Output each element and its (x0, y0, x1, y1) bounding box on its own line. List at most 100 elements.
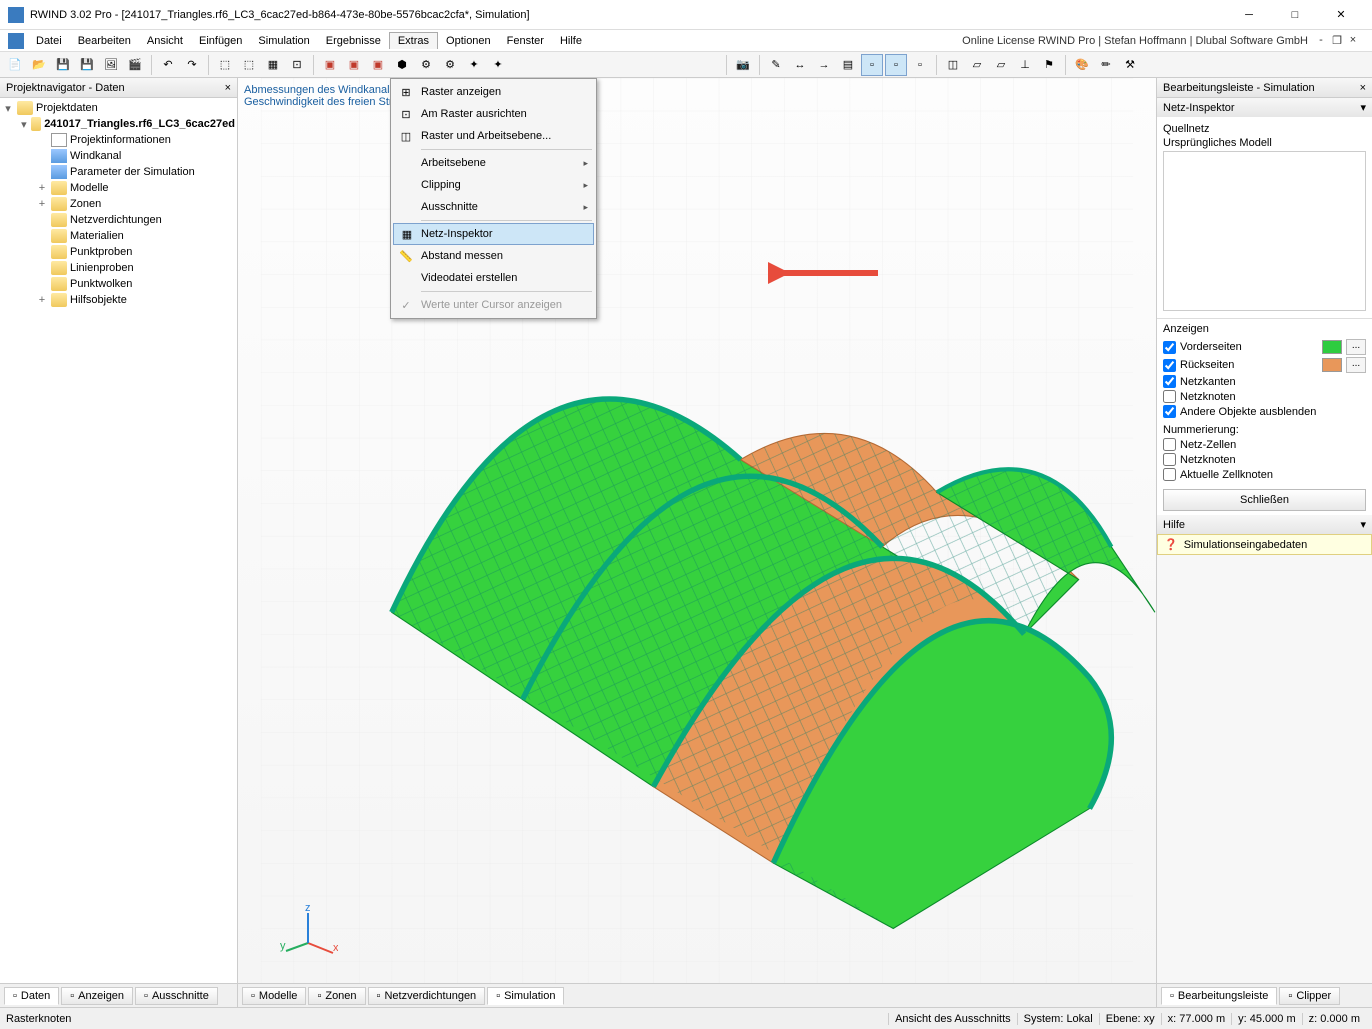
menu-item-netz-inspektor[interactable]: ▦Netz-Inspektor (393, 223, 594, 245)
nodes-checkbox[interactable] (1163, 390, 1176, 403)
maximize-button[interactable]: □ (1272, 0, 1318, 30)
box-icon[interactable]: ▣ (367, 54, 389, 76)
config-icon[interactable]: ⚒ (1119, 54, 1141, 76)
redo-icon[interactable]: ↷ (181, 54, 203, 76)
tab-simulation[interactable]: ▫Simulation (487, 987, 564, 1005)
tab-bearbeitungsleiste[interactable]: ▫Bearbeitungsleiste (1161, 987, 1277, 1005)
color-icon[interactable]: 🎨 (1071, 54, 1093, 76)
cellnodes-checkbox[interactable] (1163, 468, 1176, 481)
menu-datei[interactable]: Datei (28, 33, 70, 49)
tab-zonen[interactable]: ▫Zonen (308, 987, 365, 1005)
menu-optionen[interactable]: Optionen (438, 33, 499, 49)
tab-ausschnitte[interactable]: ▫Ausschnitte (135, 987, 218, 1005)
menu-extras[interactable]: Extras (389, 32, 438, 49)
tree-item[interactable]: Projektinformationen (2, 132, 235, 148)
menu-ansicht[interactable]: Ansicht (139, 33, 191, 49)
settings-icon[interactable]: ✦ (463, 54, 485, 76)
menu-item-clipping[interactable]: Clipping (393, 174, 594, 196)
help-heading[interactable]: Hilfe▾ (1157, 515, 1372, 534)
settings-icon[interactable]: ✦ (487, 54, 509, 76)
axis-gizmo[interactable]: x y z (278, 903, 338, 963)
back-color-button[interactable]: ... (1346, 357, 1366, 373)
grid-icon[interactable]: ▦ (262, 54, 284, 76)
video-icon[interactable]: 🎬 (124, 54, 146, 76)
axis-icon[interactable]: ⊥ (1014, 54, 1036, 76)
menu-item-ausschnitte[interactable]: Ausschnitte (393, 196, 594, 218)
menu-ergebnisse[interactable]: Ergebnisse (318, 33, 389, 49)
tree-item[interactable]: +Zonen (2, 196, 235, 212)
box-icon[interactable]: ▣ (343, 54, 365, 76)
editbar-section[interactable]: Netz-Inspektor▾ (1157, 98, 1372, 117)
cells-checkbox[interactable] (1163, 438, 1176, 451)
gear-icon[interactable]: ⚙ (415, 54, 437, 76)
view-icon[interactable]: ▫ (885, 54, 907, 76)
project-tree[interactable]: ▾ Projektdaten ▾ 241017_Triangles.rf6_LC… (0, 98, 237, 983)
export-icon[interactable]: 🖼 (100, 54, 122, 76)
menu-bearbeiten[interactable]: Bearbeiten (70, 33, 139, 49)
tab-modelle[interactable]: ▫Modelle (242, 987, 306, 1005)
tree-item[interactable]: Netzverdichtungen (2, 212, 235, 228)
menu-item-raster-und-arbeitsebene-[interactable]: ◫Raster und Arbeitsebene... (393, 125, 594, 147)
close-button[interactable]: Schließen (1163, 489, 1366, 511)
tree-project[interactable]: ▾ 241017_Triangles.rf6_LC3_6cac27ed (2, 116, 235, 132)
menu-simulation[interactable]: Simulation (250, 33, 317, 49)
arrow-icon[interactable]: ↔ (789, 54, 811, 76)
cube-icon[interactable]: ◫ (942, 54, 964, 76)
menu-item-videodatei-erstellen[interactable]: Videodatei erstellen (393, 267, 594, 289)
menu-item-am-raster-ausrichten[interactable]: ⊡Am Raster ausrichten (393, 103, 594, 125)
edges-checkbox[interactable] (1163, 375, 1176, 388)
tree-item[interactable]: Parameter der Simulation (2, 164, 235, 180)
close-button[interactable]: ✕ (1318, 0, 1364, 30)
hide-checkbox[interactable] (1163, 405, 1176, 418)
arrow-icon[interactable]: → (813, 54, 835, 76)
tree-item[interactable]: Linienproben (2, 260, 235, 276)
camera-icon[interactable]: 📷 (732, 54, 754, 76)
tab-anzeigen[interactable]: ▫Anzeigen (61, 987, 133, 1005)
front-color-button[interactable]: ... (1346, 339, 1366, 355)
tool-icon[interactable]: ⬚ (238, 54, 260, 76)
undo-icon[interactable]: ↶ (157, 54, 179, 76)
menu-einfügen[interactable]: Einfügen (191, 33, 250, 49)
tab-clipper[interactable]: ▫Clipper (1279, 987, 1340, 1005)
child-close[interactable]: × (1346, 34, 1360, 47)
menu-item-abstand-messen[interactable]: 📏Abstand messen (393, 245, 594, 267)
mesh-info-textarea[interactable] (1163, 151, 1366, 311)
flag-icon[interactable]: ⚑ (1038, 54, 1060, 76)
snap-icon[interactable]: ⊡ (286, 54, 308, 76)
print-icon[interactable]: 💾 (76, 54, 98, 76)
help-link[interactable]: ❓ Simulationseingabedaten (1157, 534, 1372, 555)
child-restore[interactable]: ❐ (1330, 34, 1344, 47)
panel-close-icon[interactable]: × (1360, 82, 1366, 94)
tree-item[interactable]: +Hilfsobjekte (2, 292, 235, 308)
tree-root[interactable]: ▾ Projektdaten (2, 100, 235, 116)
tab-netzverdichtungen[interactable]: ▫Netzverdichtungen (368, 987, 486, 1005)
tree-item[interactable]: Windkanal (2, 148, 235, 164)
view-icon[interactable]: ▫ (909, 54, 931, 76)
tab-daten[interactable]: ▫Daten (4, 987, 59, 1005)
gear-icon[interactable]: ⚙ (439, 54, 461, 76)
tree-item[interactable]: Punktwolken (2, 276, 235, 292)
minimize-button[interactable]: ─ (1226, 0, 1272, 30)
wand-icon[interactable]: ✎ (765, 54, 787, 76)
menu-fenster[interactable]: Fenster (499, 33, 552, 49)
back-checkbox[interactable] (1163, 359, 1176, 372)
tree-item[interactable]: Materialien (2, 228, 235, 244)
menu-item-raster-anzeigen[interactable]: ⊞Raster anzeigen (393, 81, 594, 103)
nodes2-checkbox[interactable] (1163, 453, 1176, 466)
magnet-icon[interactable]: ⬢ (391, 54, 413, 76)
menu-hilfe[interactable]: Hilfe (552, 33, 590, 49)
tool-icon[interactable]: ⬚ (214, 54, 236, 76)
plane-icon[interactable]: ▱ (990, 54, 1012, 76)
tree-item[interactable]: +Modelle (2, 180, 235, 196)
panel-close-icon[interactable]: × (225, 82, 231, 94)
3d-viewport[interactable]: Abmessungen des Windkanals: Geschwindigk… (238, 78, 1156, 983)
tree-item[interactable]: Punktproben (2, 244, 235, 260)
brush-icon[interactable]: ✏ (1095, 54, 1117, 76)
child-minimize[interactable]: - (1314, 34, 1328, 47)
open-icon[interactable]: 📂 (28, 54, 50, 76)
menu-item-arbeitsebene[interactable]: Arbeitsebene (393, 152, 594, 174)
new-icon[interactable]: 📄 (4, 54, 26, 76)
plane-icon[interactable]: ▱ (966, 54, 988, 76)
layers-icon[interactable]: ▤ (837, 54, 859, 76)
view-icon[interactable]: ▫ (861, 54, 883, 76)
